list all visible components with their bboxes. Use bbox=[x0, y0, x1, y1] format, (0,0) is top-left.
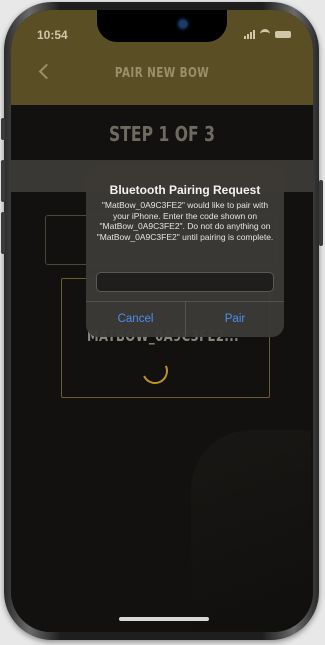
cancel-button[interactable]: Cancel bbox=[86, 301, 185, 337]
step-indicator: STEP 1 OF 3 bbox=[109, 122, 215, 146]
power-button bbox=[319, 180, 323, 246]
alert-message: "MatBow_0A9C3FE2" would like to pair wit… bbox=[96, 200, 274, 242]
camera-icon bbox=[179, 20, 187, 28]
pair-button[interactable]: Pair bbox=[186, 301, 284, 337]
status-icons bbox=[244, 29, 291, 40]
battery-icon bbox=[275, 31, 291, 38]
pairing-alert: Bluetooth Pairing Request "MatBow_0A9C3F… bbox=[86, 165, 284, 337]
status-time: 10:54 bbox=[37, 28, 68, 42]
page-title: PAIR NEW BOW bbox=[114, 66, 210, 81]
pairing-code-input[interactable] bbox=[96, 272, 274, 292]
volume-up-button bbox=[1, 160, 5, 202]
volume-down-button bbox=[1, 212, 5, 254]
silent-switch bbox=[1, 118, 5, 140]
notch bbox=[97, 10, 227, 42]
wifi-icon bbox=[260, 29, 270, 40]
app-screen: 10:54 PAIR NEW BOW STEP 1 OF 3 MATBOW_0A… bbox=[11, 10, 313, 632]
alert-title: Bluetooth Pairing Request bbox=[109, 183, 261, 197]
background-silhouette bbox=[191, 430, 311, 630]
signal-icon bbox=[244, 30, 255, 39]
home-indicator[interactable] bbox=[119, 617, 209, 621]
